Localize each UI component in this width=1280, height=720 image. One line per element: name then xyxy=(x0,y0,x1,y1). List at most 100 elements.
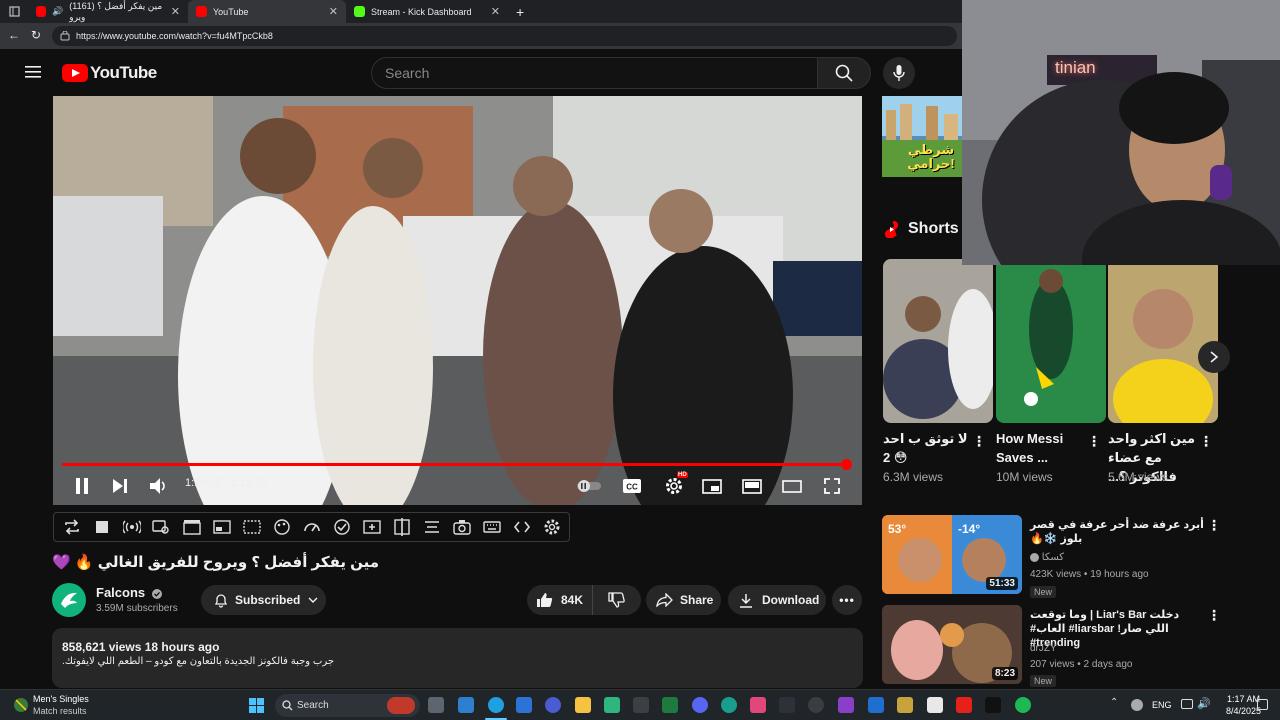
app-icon[interactable] xyxy=(721,697,737,713)
volume-icon[interactable]: 🔊 xyxy=(1197,697,1211,710)
add-box-icon[interactable] xyxy=(363,518,381,536)
address-bar[interactable]: https://www.youtube.com/watch?v=fu4MTpcC… xyxy=(52,26,957,46)
keyboard-icon[interactable] xyxy=(483,518,501,536)
pause-button[interactable] xyxy=(72,476,92,496)
broadcast-icon[interactable] xyxy=(123,518,141,536)
menu-icon[interactable] xyxy=(25,65,41,79)
youtube-app-icon[interactable] xyxy=(956,697,972,713)
dashed-frame-icon[interactable] xyxy=(243,518,261,536)
browser-tab-youtube[interactable]: YouTube ✕ xyxy=(188,0,346,23)
settings-button[interactable]: HD xyxy=(662,472,688,496)
video-title-1[interactable]: أبرد عرفة ضد أحر عرفة في قصر بلوز ❄️🔥 xyxy=(1030,518,1205,546)
close-tab-icon[interactable]: ✕ xyxy=(329,5,338,18)
video-thumbnail-2[interactable]: 8:23 xyxy=(882,605,1022,684)
tray-app-icon[interactable] xyxy=(1131,699,1143,711)
x-app-icon[interactable] xyxy=(985,697,1001,713)
more-vertical-icon[interactable]: ⋮ xyxy=(1199,433,1213,450)
split-view-icon[interactable] xyxy=(393,518,411,536)
palette-icon[interactable] xyxy=(273,518,291,536)
stop-icon[interactable] xyxy=(93,518,111,536)
autoplay-toggle[interactable] xyxy=(577,478,603,494)
notification-bell-icon[interactable] xyxy=(1257,699,1268,710)
shorts-next-button[interactable] xyxy=(1198,341,1230,373)
align-icon[interactable] xyxy=(423,518,441,536)
excel-icon[interactable] xyxy=(662,697,678,713)
speed-check-icon[interactable] xyxy=(333,518,351,536)
back-arrow-icon[interactable]: ← xyxy=(8,28,20,42)
taskbar-search[interactable]: Search xyxy=(275,694,420,717)
clapperboard-icon[interactable] xyxy=(183,518,201,536)
app-icon[interactable] xyxy=(545,697,561,713)
browser-tab-video[interactable]: 🔊 (1161) مين يفكر أفضل ؟ ويرو ✕ xyxy=(28,0,188,23)
discord-icon[interactable] xyxy=(692,697,708,713)
download-button[interactable]: Download xyxy=(728,585,826,615)
video-thumbnail-1[interactable]: 53° -14° 51:33 xyxy=(882,515,1022,594)
gear-icon[interactable] xyxy=(543,518,561,536)
dislike-button[interactable] xyxy=(593,585,639,615)
obs-icon[interactable] xyxy=(779,697,795,713)
theater-mode-button[interactable] xyxy=(741,476,763,496)
more-vertical-icon[interactable]: ⋮ xyxy=(972,433,986,450)
app-icon[interactable] xyxy=(868,697,884,713)
more-actions-button[interactable]: ••• xyxy=(832,585,862,615)
video-channel-2[interactable]: drJZY xyxy=(1030,643,1057,654)
more-vertical-icon[interactable]: ⋮ xyxy=(1087,433,1101,450)
network-icon[interactable] xyxy=(1181,699,1193,709)
channel-avatar[interactable] xyxy=(52,583,86,617)
speed-icon[interactable] xyxy=(303,518,321,536)
app-icon[interactable] xyxy=(604,697,620,713)
youtube-logo[interactable]: YouTube xyxy=(62,63,157,83)
system-clock[interactable]: 1:17 AM 8/4/2025 xyxy=(1226,693,1261,717)
channel-name[interactable]: Falcons xyxy=(96,585,162,600)
widgets-icon[interactable] xyxy=(458,697,474,713)
tennis-widget-icon[interactable] xyxy=(12,696,30,714)
progress-bar[interactable] xyxy=(62,459,853,470)
loop-icon[interactable] xyxy=(63,518,81,536)
cast-button[interactable] xyxy=(781,476,803,496)
close-tab-icon[interactable]: ✕ xyxy=(171,5,180,18)
tab-actions-button[interactable] xyxy=(0,0,28,23)
new-tab-button[interactable]: + xyxy=(508,0,532,23)
search-button[interactable] xyxy=(817,57,871,89)
video-channel-1[interactable]: كسكا xyxy=(1030,552,1064,563)
video-player[interactable] xyxy=(53,96,862,505)
like-button[interactable]: 84K xyxy=(527,585,593,615)
volume-button[interactable] xyxy=(149,476,169,496)
short-thumbnail-2[interactable] xyxy=(996,259,1106,423)
close-tab-icon[interactable]: ✕ xyxy=(491,5,500,18)
widget-title[interactable]: Men's Singles xyxy=(33,694,89,704)
captions-button[interactable]: CC xyxy=(622,476,642,496)
store-icon[interactable] xyxy=(516,697,532,713)
edge-browser-icon[interactable] xyxy=(488,697,504,713)
browser-tab-kick[interactable]: Stream - Kick Dashboard ✕ xyxy=(346,0,508,23)
short-title-2[interactable]: How Messi Saves ... xyxy=(996,429,1091,467)
next-button[interactable] xyxy=(110,476,130,496)
recommended-thumbnail[interactable]: شرطي حرامي! xyxy=(882,96,962,177)
search-input[interactable]: Search xyxy=(371,57,818,89)
language-indicator[interactable]: ENG xyxy=(1152,700,1172,710)
spotify-icon[interactable] xyxy=(1015,697,1031,713)
camera-icon[interactable] xyxy=(453,518,471,536)
more-vertical-icon[interactable]: ⋮ xyxy=(1207,607,1221,624)
code-icon[interactable] xyxy=(513,518,531,536)
file-explorer-icon[interactable] xyxy=(575,697,591,713)
video-search-icon[interactable] xyxy=(152,518,170,536)
app-icon[interactable] xyxy=(897,697,913,713)
voice-search-button[interactable] xyxy=(883,57,915,89)
app-icon[interactable] xyxy=(633,697,649,713)
windows-start-icon[interactable] xyxy=(249,698,264,713)
more-vertical-icon[interactable]: ⋮ xyxy=(1207,517,1221,534)
short-thumbnail-3[interactable] xyxy=(1108,259,1218,423)
short-title-1[interactable]: لا توثق ب احد 😳 2 xyxy=(883,429,978,467)
picture-in-picture-icon[interactable] xyxy=(213,518,231,536)
app-icon[interactable] xyxy=(838,697,854,713)
app-icon[interactable] xyxy=(750,697,766,713)
miniplayer-button[interactable] xyxy=(701,476,723,496)
subscribed-button[interactable]: Subscribed xyxy=(201,585,326,615)
capcut-icon[interactable] xyxy=(927,697,943,713)
short-thumbnail-1[interactable] xyxy=(883,259,993,423)
share-button[interactable]: Share xyxy=(646,585,721,615)
app-icon[interactable] xyxy=(808,697,824,713)
fullscreen-button[interactable] xyxy=(821,476,843,496)
reload-icon[interactable]: ↻ xyxy=(31,28,41,42)
